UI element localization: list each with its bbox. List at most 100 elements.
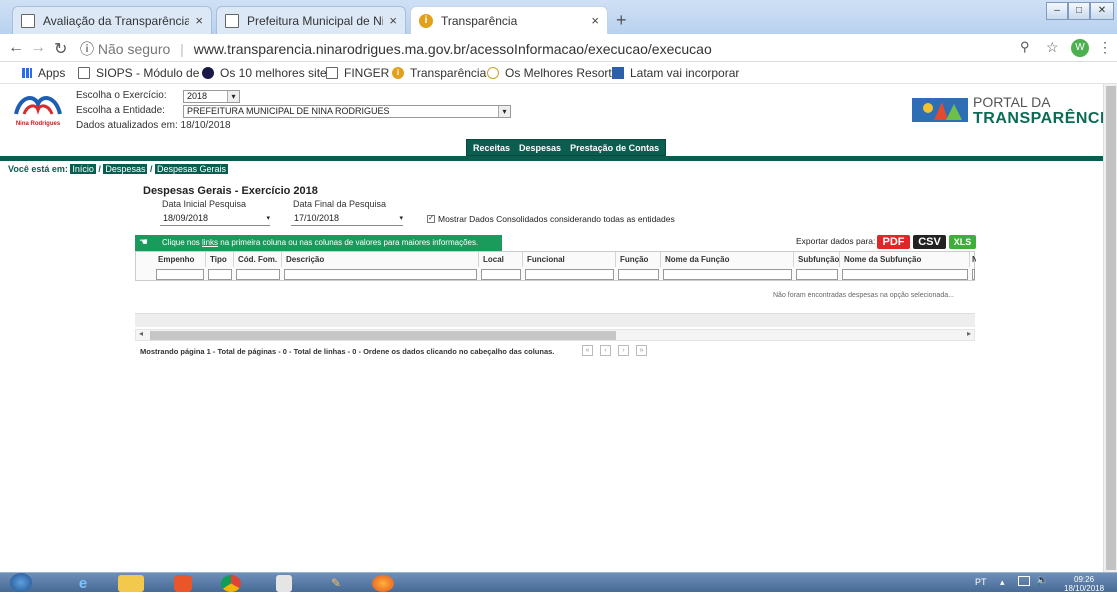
bookmark-transparencia[interactable]: i Transparência: [392, 66, 486, 80]
system-clock[interactable]: 09:26 18/10/2018: [1064, 575, 1104, 593]
firefox-icon[interactable]: [372, 575, 394, 592]
bookmark-latam[interactable]: Latam vai incorporar: [612, 66, 739, 80]
back-arrow-icon[interactable]: ←: [8, 39, 24, 57]
maximize-button[interactable]: □: [1068, 2, 1090, 20]
scroll-thumb[interactable]: [150, 331, 616, 340]
site-favicon-icon: i: [419, 13, 433, 28]
profile-avatar[interactable]: W: [1071, 39, 1089, 57]
filter-funcao[interactable]: [618, 269, 659, 280]
filter-funcional[interactable]: [525, 269, 614, 280]
column-header-tipo[interactable]: Tipo: [206, 252, 234, 267]
close-tab-icon[interactable]: ×: [389, 13, 397, 28]
paint-icon[interactable]: ✎: [326, 575, 346, 592]
column-header-empenho[interactable]: Empenho: [154, 252, 206, 267]
prev-page-button[interactable]: ‹: [600, 345, 611, 356]
filter-descricao[interactable]: [284, 269, 477, 280]
site-icon: [202, 67, 214, 79]
menu-despesas[interactable]: Despesas: [519, 143, 561, 153]
end-date-input[interactable]: 17/10/2018 ▾: [291, 213, 403, 226]
start-date-label: Data Inicial Pesquisa: [162, 199, 247, 209]
column-header-subfuncao[interactable]: Subfunção: [794, 252, 840, 267]
export-label: Exportar dados para:: [796, 236, 876, 246]
minimize-button[interactable]: –: [1046, 2, 1068, 20]
column-header-descricao[interactable]: Descrição: [282, 252, 479, 267]
close-tab-icon[interactable]: ×: [591, 13, 599, 28]
media-player-icon[interactable]: [174, 575, 192, 592]
vertical-scrollbar[interactable]: [1103, 84, 1117, 572]
close-window-button[interactable]: ✕: [1090, 2, 1114, 20]
forward-arrow-icon[interactable]: →: [30, 39, 46, 57]
show-hidden-icons-icon[interactable]: ▴: [1000, 577, 1005, 588]
filter-more[interactable]: [972, 269, 975, 280]
portal-title-line2: TRANSPARÊNCIA: [973, 110, 1117, 127]
bookmark-star-icon[interactable]: ☆: [1046, 39, 1059, 56]
export-pdf-button[interactable]: PDF: [877, 235, 910, 249]
filter-local[interactable]: [481, 269, 521, 280]
file-explorer-icon[interactable]: [118, 575, 144, 592]
filter-subfuncao[interactable]: [796, 269, 838, 280]
browser-tab-transparencia[interactable]: i Transparência ×: [410, 6, 608, 34]
volume-icon[interactable]: 🔈: [1036, 575, 1048, 586]
menu-prestacao-contas[interactable]: Prestação de Contas: [570, 143, 659, 153]
reload-icon[interactable]: ↻: [54, 39, 67, 59]
column-header-nome-subfuncao[interactable]: Nome da Subfunção: [840, 252, 970, 267]
close-tab-icon[interactable]: ×: [195, 13, 203, 28]
entidade-label: Escolha a Entidade:: [76, 105, 165, 116]
exercicio-select[interactable]: 2018 ▾: [183, 90, 240, 103]
scroll-right-icon[interactable]: ▸: [967, 329, 971, 338]
end-date-label: Data Final da Pesquisa: [293, 199, 387, 209]
internet-explorer-icon[interactable]: e: [70, 575, 96, 592]
document-icon: [78, 67, 90, 79]
first-page-button[interactable]: «: [582, 345, 593, 356]
bookmark-resorts[interactable]: Os Melhores Resorts: [487, 66, 618, 80]
url-field[interactable]: ⓘ Não seguro | www.transparencia.ninarod…: [80, 39, 712, 59]
scroll-thumb[interactable]: [1106, 86, 1116, 570]
chevron-down-icon: ▾: [266, 215, 270, 222]
column-header-funcao[interactable]: Função: [616, 252, 661, 267]
column-header-local[interactable]: Local: [479, 252, 523, 267]
zoom-icon[interactable]: ⚲: [1020, 39, 1030, 55]
breadcrumb-despesas[interactable]: Despesas: [103, 164, 148, 174]
menu-receitas[interactable]: Receitas: [473, 143, 510, 153]
column-header-cod-fom[interactable]: Cód. Fom.: [234, 252, 282, 267]
column-header-nome-funcao[interactable]: Nome da Função: [661, 252, 794, 267]
browser-tab-strip: Avaliação da Transparência dos / × Prefe…: [0, 0, 1117, 34]
horizontal-scrollbar[interactable]: ◂ ▸: [135, 329, 975, 341]
export-xls-button[interactable]: XLS: [949, 235, 976, 249]
next-page-button[interactable]: ›: [618, 345, 629, 356]
entidade-select[interactable]: PREFEITURA MUNICIPAL DE NINA RODRIGUES ▾: [183, 105, 511, 118]
bookmark-apps[interactable]: Apps: [22, 66, 65, 80]
portal-logo-icon: [912, 94, 968, 126]
browser-tab-avaliacao[interactable]: Avaliação da Transparência dos / ×: [12, 6, 212, 34]
column-header-more[interactable]: N: [970, 252, 976, 267]
calculator-icon[interactable]: [276, 575, 292, 592]
info-icon[interactable]: ⓘ: [80, 41, 94, 57]
browser-tab-prefeitura[interactable]: Prefeitura Municipal de Nina Roc ×: [216, 6, 406, 34]
last-page-button[interactable]: »: [636, 345, 647, 356]
network-icon[interactable]: [1018, 576, 1030, 586]
start-date-input[interactable]: 18/09/2018 ▾: [160, 213, 270, 226]
start-orb-icon[interactable]: [10, 573, 32, 592]
hint-link[interactable]: links: [202, 238, 218, 247]
exercicio-label: Escolha o Exercício:: [76, 90, 167, 101]
filter-nome-subfuncao[interactable]: [842, 269, 968, 280]
breadcrumb-inicio[interactable]: Início: [70, 164, 96, 174]
scroll-left-icon[interactable]: ◂: [139, 329, 143, 338]
column-header-funcional[interactable]: Funcional: [523, 252, 616, 267]
bookmark-finger[interactable]: FINGER: [326, 66, 389, 80]
menu-icon[interactable]: ⋮: [1098, 39, 1112, 56]
new-tab-button[interactable]: +: [616, 10, 627, 31]
bookmark-siops[interactable]: SIOPS - Módulo de C: [78, 66, 211, 80]
filter-cod-fom[interactable]: [236, 269, 280, 280]
chrome-icon[interactable]: [221, 575, 241, 592]
export-csv-button[interactable]: CSV: [913, 235, 946, 249]
bookmark-melhores-sites[interactable]: Os 10 melhores sites: [202, 66, 333, 80]
news-icon: [612, 67, 624, 79]
filter-nome-funcao[interactable]: [663, 269, 792, 280]
language-indicator[interactable]: PT: [975, 577, 987, 587]
filter-tipo[interactable]: [208, 269, 232, 280]
filter-empenho[interactable]: [156, 269, 204, 280]
windows-taskbar: e ✎: [0, 572, 1117, 592]
breadcrumb-despesas-gerais[interactable]: Despesas Gerais: [154, 164, 228, 174]
consolidated-checkbox[interactable]: ✓: [427, 215, 435, 223]
